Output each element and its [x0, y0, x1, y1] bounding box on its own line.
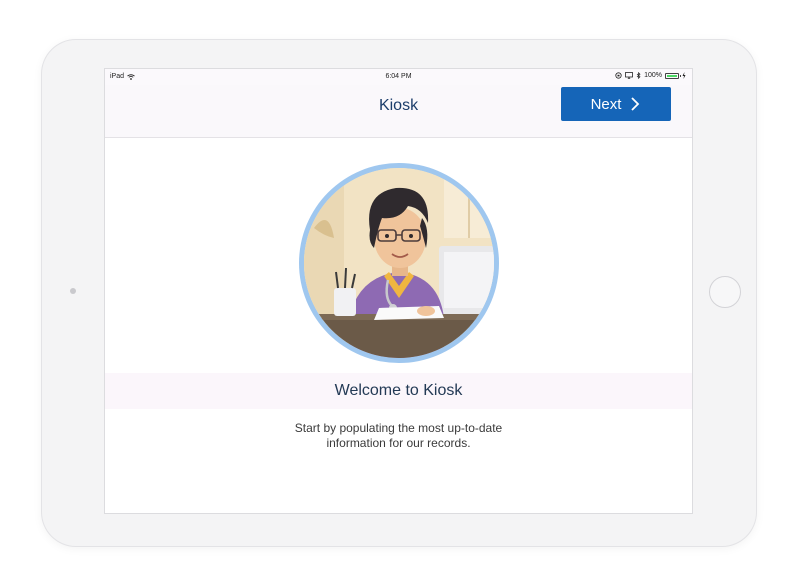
navigation-bar: Kiosk Next — [105, 85, 692, 138]
status-time: 6:04 PM — [385, 73, 412, 80]
avatar — [299, 163, 499, 363]
welcome-band: Welcome to Kiosk — [105, 373, 692, 409]
front-camera — [70, 288, 76, 294]
subtitle-line-1: Start by populating the most up-to-date — [294, 421, 503, 435]
battery-icon — [665, 72, 681, 79]
next-button-label: Next — [590, 95, 622, 113]
subtitle-line-2: information for our records. — [326, 436, 471, 450]
chevron-right-icon — [631, 97, 640, 111]
welcome-title: Welcome to Kiosk — [334, 382, 463, 399]
lock-rotation-icon — [615, 72, 622, 79]
status-bar: iPad 6:04 PM 100% — [105, 69, 692, 85]
screen: iPad 6:04 PM 100% Kiosk Next Welcome to … — [105, 69, 692, 513]
welcome-subtitle: Start by populating the most up-to-date … — [255, 421, 542, 451]
battery-percent: 100% — [644, 72, 662, 79]
next-button[interactable]: Next — [561, 87, 671, 121]
avatar-illustration — [304, 168, 494, 358]
bluetooth-icon — [636, 72, 641, 79]
home-button[interactable] — [709, 276, 741, 308]
airplay-icon — [625, 72, 633, 79]
charging-icon — [682, 72, 686, 79]
